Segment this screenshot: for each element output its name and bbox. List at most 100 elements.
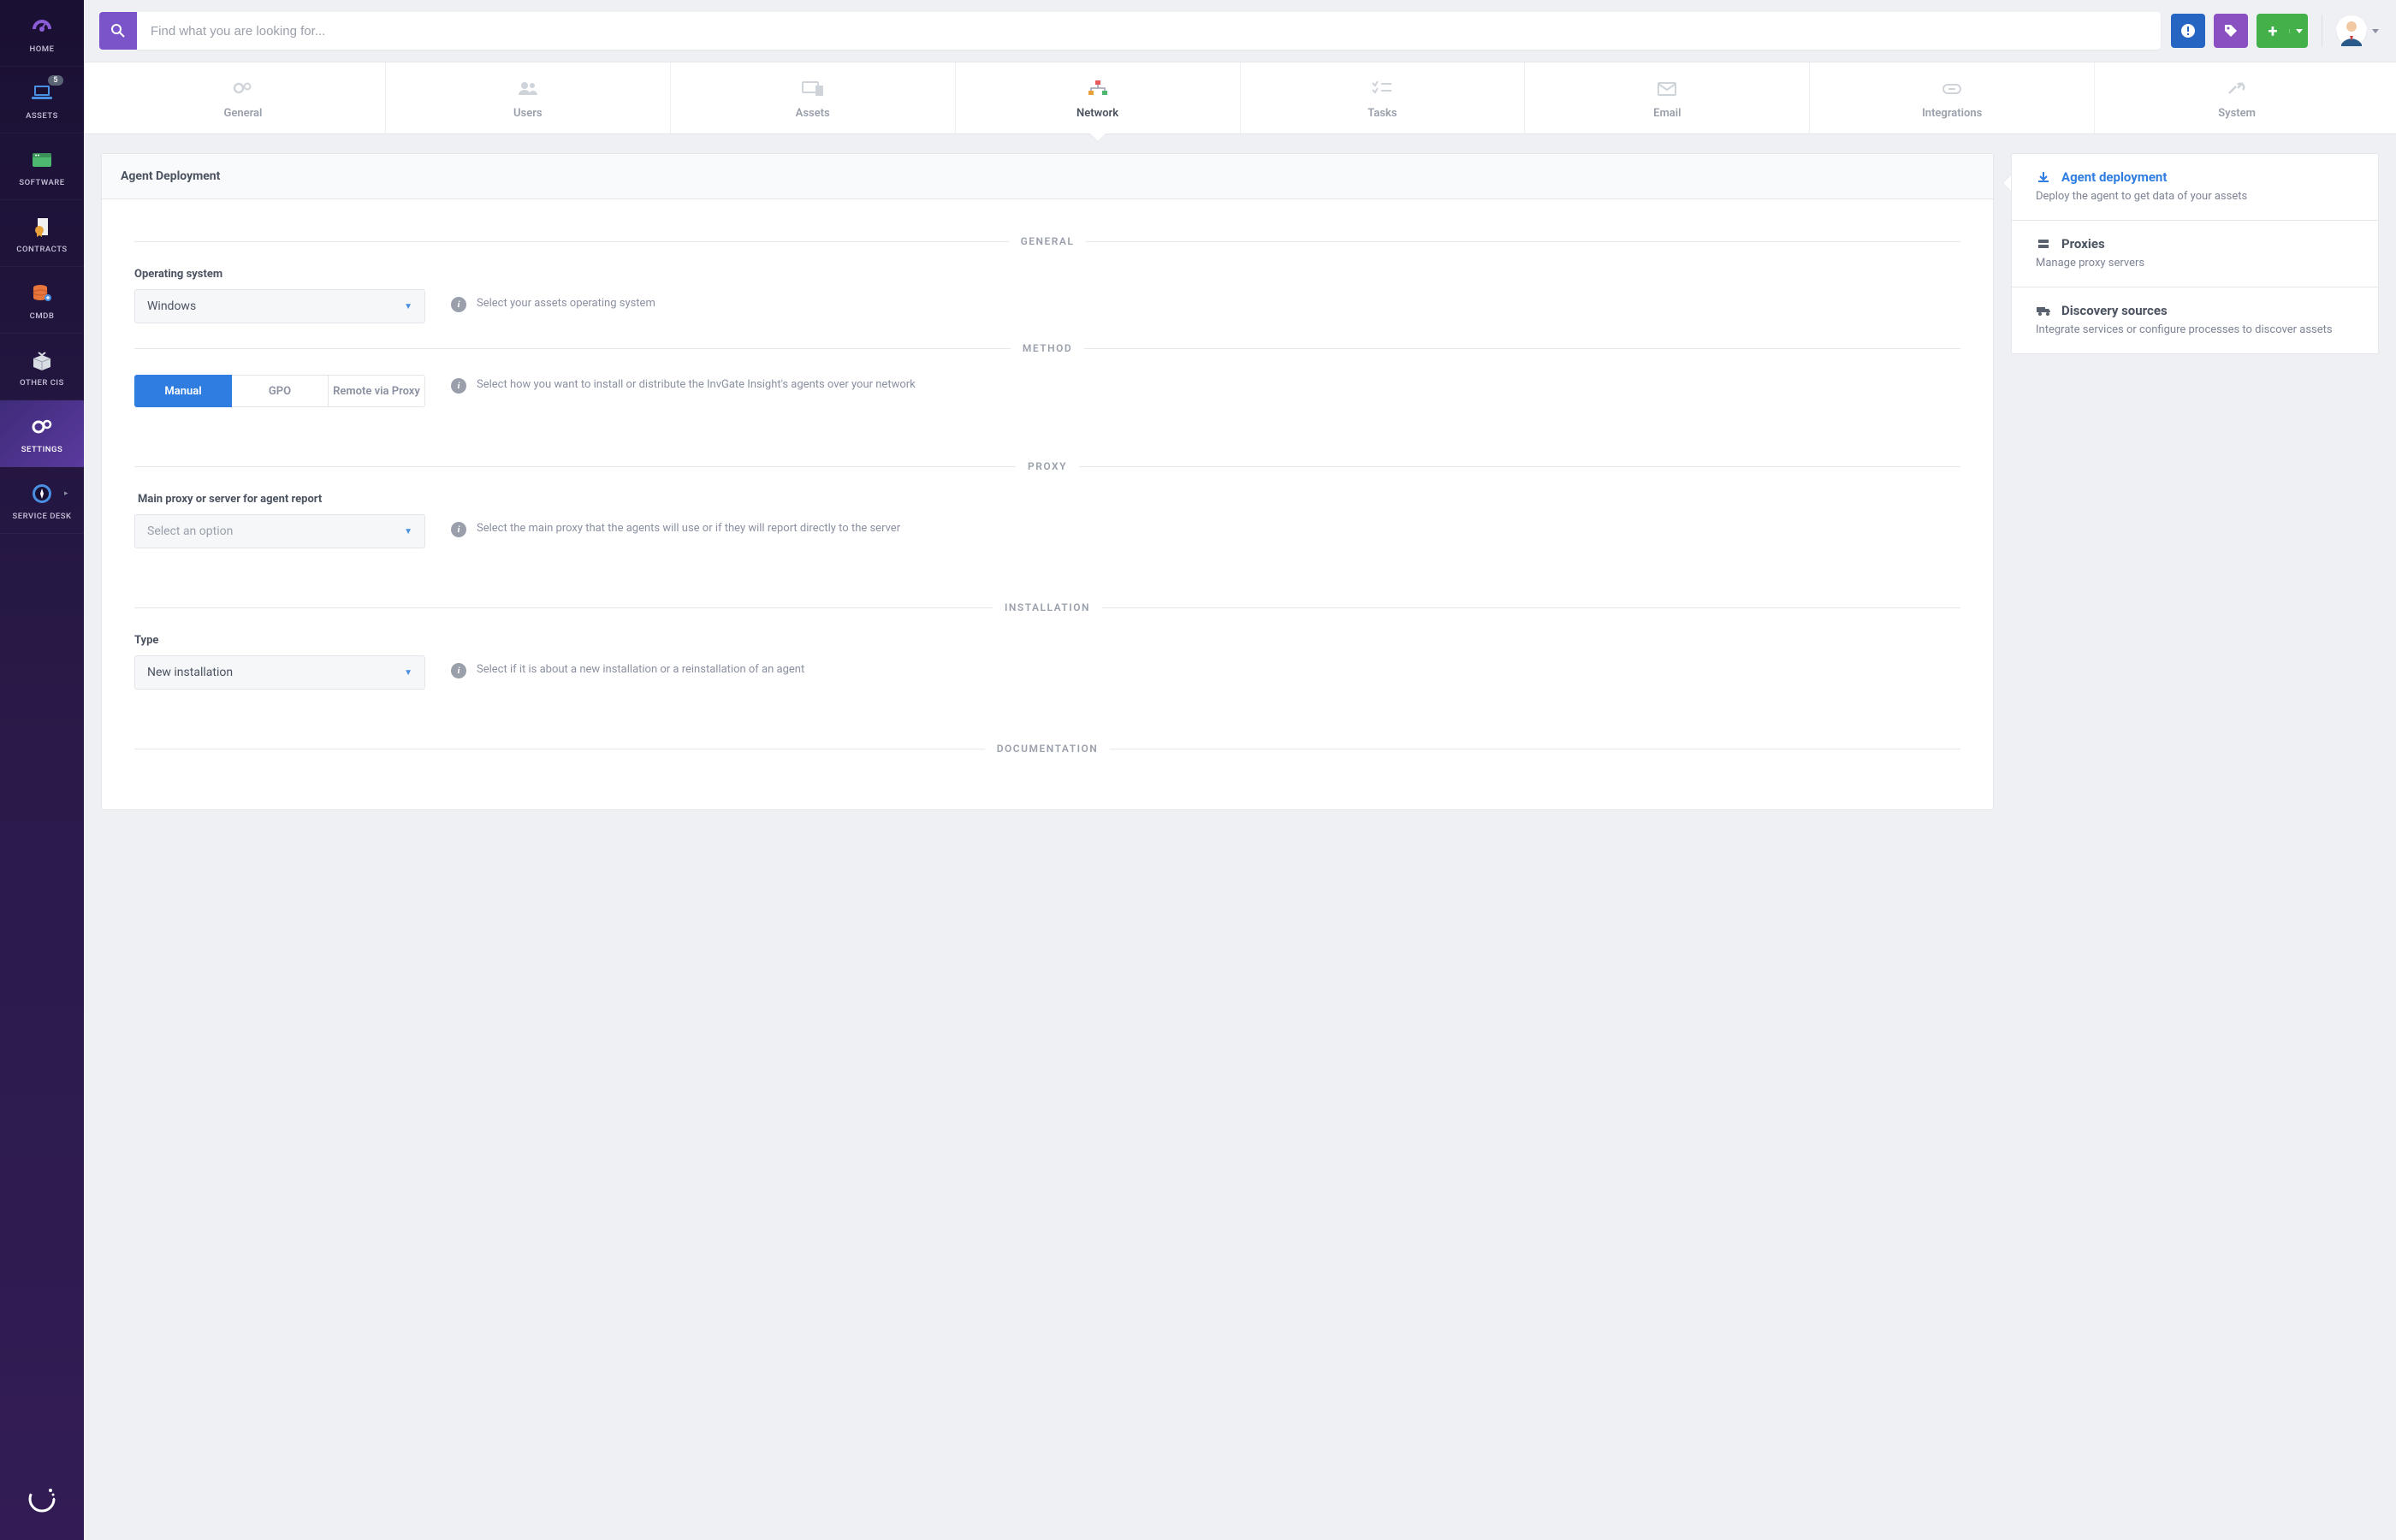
main-panel: Agent Deployment GENERAL Operating syste… (101, 153, 1994, 810)
tab-label: System (2218, 107, 2256, 120)
sidebar-item-label: CMDB (30, 311, 55, 321)
install-type-label: Type (134, 634, 425, 647)
tab-network[interactable]: Network (956, 62, 1241, 133)
sidebar-item-label: CONTRACTS (16, 245, 67, 254)
search-icon (110, 23, 126, 38)
gears-icon (28, 416, 56, 438)
sidebar: HOME 5 ASSETS SOFTWARE CONTRACTS CMDB (0, 0, 84, 1540)
sidebar-item-other-cis[interactable]: OTHER CIs (0, 334, 84, 400)
network-icon (1085, 78, 1111, 98)
sidebar-item-cmdb[interactable]: CMDB (0, 267, 84, 334)
tab-system[interactable]: System (2095, 62, 2379, 133)
side-discovery-sources[interactable]: Discovery sources Integrate services or … (2012, 287, 2378, 353)
user-menu[interactable] (2336, 15, 2379, 46)
box-icon (28, 349, 56, 371)
sidebar-item-label: SERVICE DESK (12, 512, 71, 521)
avatar-icon (2336, 15, 2367, 46)
side-desc: Deploy the agent to get data of your ass… (2036, 190, 2354, 203)
users-icon (516, 78, 540, 98)
install-hint: Select if it is about a new installation… (477, 663, 804, 676)
tab-label: Integrations (1922, 107, 1982, 120)
alert-icon (2180, 23, 2196, 38)
sidebar-item-home[interactable]: HOME (0, 0, 84, 67)
database-icon (28, 282, 56, 305)
chevron-right-icon: ▸ (64, 489, 68, 498)
side-desc: Integrate services or configure processe… (2036, 323, 2354, 336)
tab-label: Email (1653, 107, 1681, 120)
method-hint: Select how you want to install or distri… (477, 378, 916, 391)
sidebar-item-assets[interactable]: 5 ASSETS (0, 67, 84, 133)
server-icon (2036, 236, 2051, 252)
email-icon (1656, 78, 1678, 98)
chevron-down-icon: ▼ (404, 527, 412, 536)
tab-users[interactable]: Users (386, 62, 671, 133)
panel-title: Agent Deployment (102, 154, 1993, 199)
proxy-value: Select an option (147, 524, 233, 538)
install-type-value: New installation (147, 666, 233, 679)
add-dropdown-toggle[interactable] (2289, 29, 2308, 33)
sidebar-item-label: ASSETS (26, 111, 58, 121)
sidebar-item-service-desk[interactable]: ▸ SERVICE DESK (0, 467, 84, 534)
side-proxies[interactable]: Proxies Manage proxy servers (2012, 221, 2378, 287)
method-remote-proxy[interactable]: Remote via Proxy (329, 375, 425, 407)
section-documentation: DOCUMENTATION (134, 743, 1960, 755)
os-hint: Select your assets operating system (477, 297, 655, 310)
add-button[interactable]: + (2257, 14, 2308, 48)
sidebar-item-label: SOFTWARE (19, 178, 64, 187)
tab-email[interactable]: Email (1525, 62, 1810, 133)
tab-label: Network (1076, 107, 1118, 120)
assets-badge: 5 (48, 75, 63, 86)
download-icon (2036, 169, 2051, 185)
tag-icon (2223, 23, 2239, 38)
side-agent-deployment[interactable]: Agent deployment Deploy the agent to get… (2012, 154, 2378, 221)
sidebar-item-label: SETTINGS (21, 445, 63, 454)
sidebar-item-contracts[interactable]: CONTRACTS (0, 200, 84, 267)
section-method: METHOD (134, 342, 1960, 354)
chevron-down-icon (2296, 29, 2303, 33)
search-input[interactable] (137, 12, 2161, 50)
os-label: Operating system (134, 268, 425, 281)
install-type-select[interactable]: New installation ▼ (134, 655, 425, 690)
sidebar-item-settings[interactable]: SETTINGS (0, 400, 84, 467)
side-title: Discovery sources (2061, 303, 2168, 318)
proxy-hint: Select the main proxy that the agents wi… (477, 522, 900, 535)
tab-assets[interactable]: Assets (671, 62, 956, 133)
info-icon: i (451, 663, 466, 678)
method-gpo[interactable]: GPO (232, 375, 329, 407)
tab-label: Users (513, 107, 543, 120)
tab-tasks[interactable]: Tasks (1241, 62, 1526, 133)
section-general: GENERAL (134, 235, 1960, 247)
window-icon (28, 149, 56, 171)
chevron-down-icon: ▼ (404, 668, 412, 678)
side-title: Agent deployment (2061, 169, 2167, 185)
doc-badge-icon (28, 216, 56, 238)
sidebar-item-software[interactable]: SOFTWARE (0, 133, 84, 200)
proxy-select[interactable]: Select an option ▼ (134, 514, 425, 548)
search-button[interactable] (99, 12, 137, 50)
section-proxy: PROXY (134, 460, 1960, 472)
section-installation: INSTALLATION (134, 601, 1960, 613)
tags-button[interactable] (2214, 14, 2248, 48)
sidebar-item-label: OTHER CIs (20, 378, 64, 388)
gears-icon (231, 78, 255, 98)
settings-tabs: General Users Assets Network Tasks Email (84, 62, 2396, 134)
search (99, 12, 2161, 50)
info-icon: i (451, 522, 466, 537)
plus-icon: + (2257, 21, 2289, 41)
side-panel: Agent deployment Deploy the agent to get… (2011, 153, 2379, 354)
sidebar-item-label: HOME (30, 44, 55, 54)
brand-logo (0, 1461, 84, 1540)
truck-icon (2036, 303, 2051, 318)
devices-icon (800, 78, 826, 98)
side-title: Proxies (2061, 236, 2105, 252)
tab-label: General (223, 107, 262, 120)
os-select[interactable]: Windows ▼ (134, 289, 425, 323)
side-desc: Manage proxy servers (2036, 257, 2354, 270)
tab-general[interactable]: General (101, 62, 386, 133)
alerts-button[interactable] (2171, 14, 2205, 48)
method-manual[interactable]: Manual (134, 375, 232, 407)
checklist-icon (1371, 78, 1393, 98)
tab-integrations[interactable]: Integrations (1810, 62, 2095, 133)
gauge-icon (28, 15, 56, 38)
proxy-label: Main proxy or server for agent report (134, 493, 425, 506)
